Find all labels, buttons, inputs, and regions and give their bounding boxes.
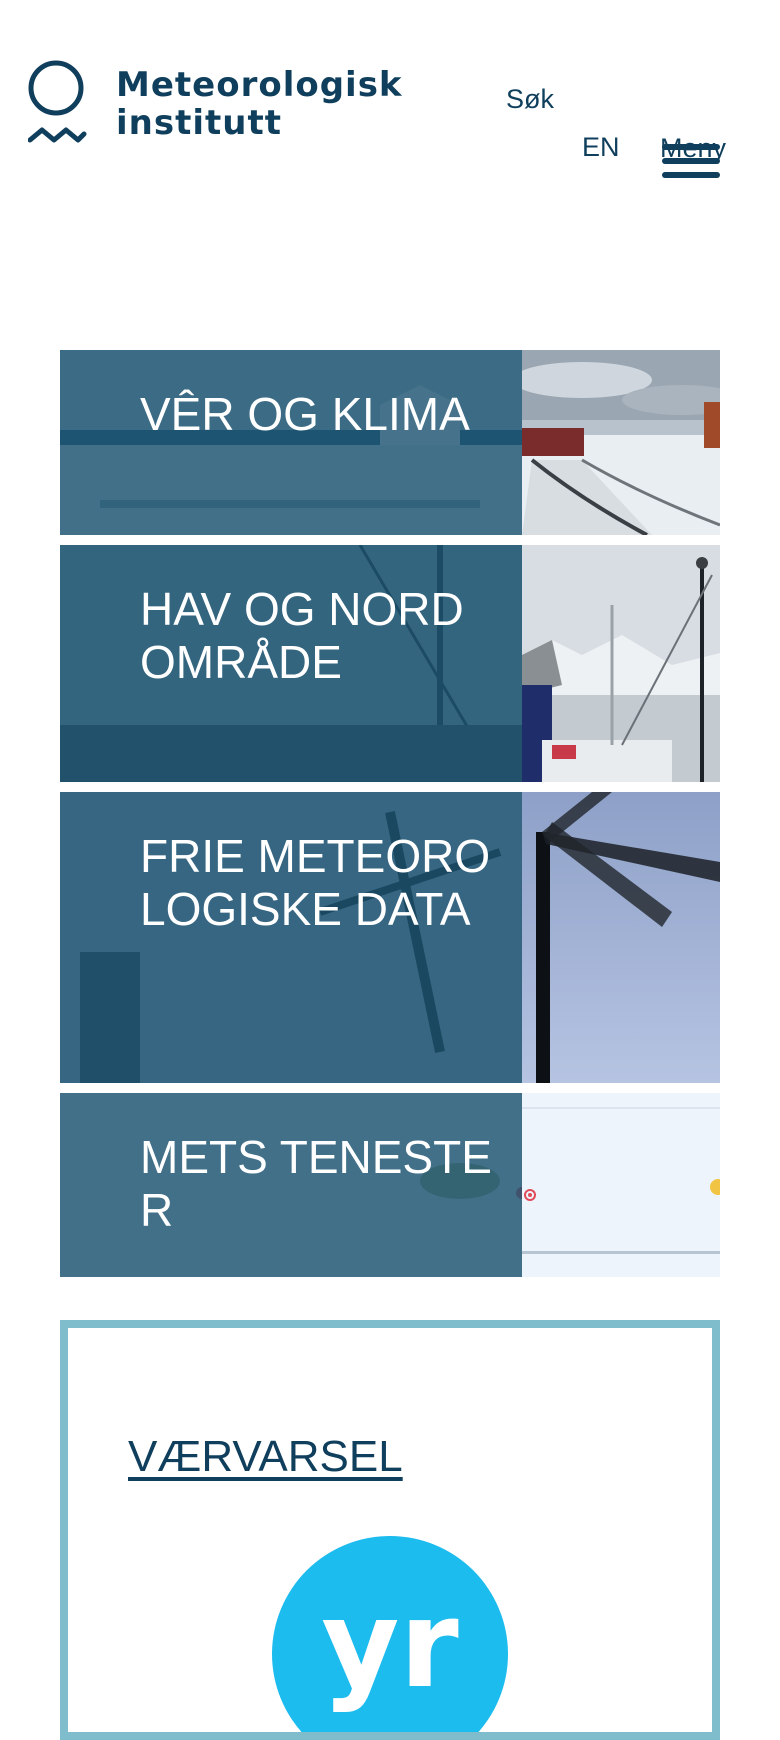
forecast-section: VÆRVARSEL yr <box>60 1320 720 1740</box>
menu-button[interactable]: Meny <box>660 108 740 188</box>
logo-line-1: Meteorologisk <box>116 65 403 105</box>
card-panel: HAV OG NORDOMRÅDE <box>60 545 522 782</box>
site-header: Meteorologisk institutt Søk EN Meny <box>0 0 780 210</box>
sun-wave-logo-icon <box>28 60 87 143</box>
category-card-open-data[interactable]: FRIE METEOROLOGISKE DATA <box>60 792 720 1083</box>
search-link[interactable]: Søk <box>506 84 554 115</box>
card-title: METS TENESTER <box>140 1131 492 1236</box>
snowy-harbour-road-photo <box>522 350 720 535</box>
card-title: VÊR OG KLIMA <box>140 388 470 440</box>
fishing-boat-mountains-photo <box>522 545 720 782</box>
yr-logo-icon[interactable]: yr <box>272 1536 508 1740</box>
card-panel: FRIE METEOROLOGISKE DATA <box>60 792 522 1083</box>
weather-map-photo <box>522 1093 720 1277</box>
category-card-met-services[interactable]: METS TENESTER <box>60 1093 720 1277</box>
language-switch-link[interactable]: EN <box>582 132 620 163</box>
category-card-ocean-arctic[interactable]: HAV OG NORDOMRÅDE <box>60 545 720 782</box>
card-background-image <box>60 350 522 535</box>
wind-turbine-photo <box>522 792 720 1083</box>
card-title: HAV OG NORDOMRÅDE <box>140 583 464 688</box>
category-cards: VÊR OG KLIMA HAV OG NORDOMRÅDE FRIE METE… <box>60 350 720 1287</box>
logo-wordmark: Meteorologisk institutt <box>116 66 403 142</box>
category-card-weather-climate[interactable]: VÊR OG KLIMA <box>60 350 720 535</box>
weather-forecast-link[interactable]: VÆRVARSEL <box>128 1432 403 1482</box>
card-title: FRIE METEOROLOGISKE DATA <box>140 830 491 935</box>
logo-line-2: institutt <box>116 103 282 143</box>
hamburger-icon <box>662 144 720 184</box>
card-panel: METS TENESTER <box>60 1093 522 1277</box>
met-logo-link[interactable]: Meteorologisk institutt <box>28 60 402 160</box>
card-panel: VÊR OG KLIMA <box>60 350 522 535</box>
yr-logo-text: yr <box>321 1576 458 1715</box>
